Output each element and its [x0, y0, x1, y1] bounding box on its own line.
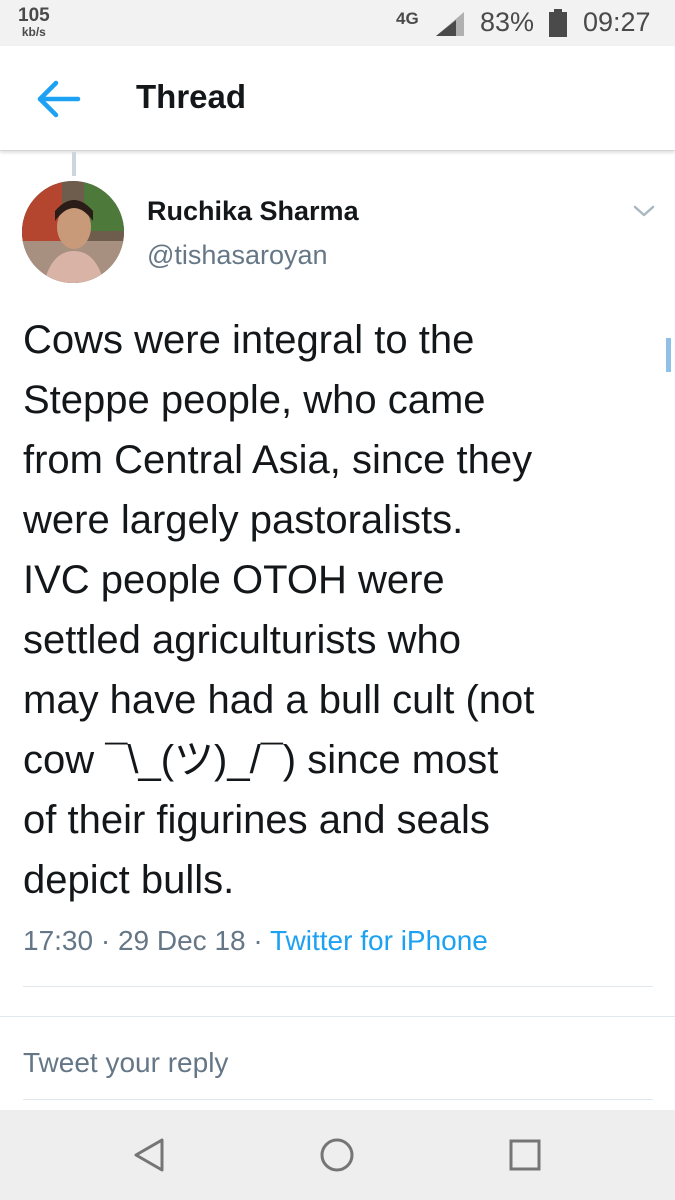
tweet-metadata: 17:30 · 29 Dec 18 · Twitter for iPhone — [23, 925, 488, 956]
network-speed: 105 kb/s — [18, 6, 50, 38]
reply-input[interactable]: Tweet your reply — [23, 1047, 228, 1079]
scrollbar[interactable] — [666, 338, 671, 372]
avatar[interactable] — [22, 181, 124, 283]
network-type: 4G — [396, 9, 419, 28]
tweet-date: 29 Dec 18 — [117, 925, 246, 956]
app-header: Thread — [0, 46, 675, 151]
battery-icon — [549, 9, 567, 37]
author-handle[interactable]: @tishasaroyan — [147, 240, 328, 271]
network-speed-value: 105 — [18, 5, 50, 26]
tweet-time: 17:30 — [23, 925, 94, 956]
system-navigation-bar — [0, 1110, 675, 1200]
divider — [23, 986, 653, 987]
avatar-photo — [22, 181, 124, 283]
clock: 09:27 — [583, 7, 651, 37]
tweet-source-link[interactable]: Twitter for iPhone — [270, 925, 488, 956]
tweet-text: Cows were integral to the Steppe people,… — [23, 318, 535, 902]
home-circle-icon[interactable] — [317, 1135, 357, 1175]
author-name[interactable]: Ruchika Sharma — [147, 196, 359, 227]
signal-icon — [436, 12, 464, 36]
status-bar: 105 kb/s 4G 83% 09:27 — [0, 0, 675, 46]
recent-apps-square-icon[interactable] — [505, 1135, 545, 1175]
back-arrow-icon[interactable] — [28, 74, 88, 124]
chevron-down-icon[interactable] — [630, 200, 658, 222]
reply-bar: Tweet your reply — [0, 1016, 675, 1109]
battery-percentage: 83% — [480, 7, 535, 37]
network-speed-unit: kb/s — [21, 25, 46, 39]
back-triangle-icon[interactable] — [130, 1135, 170, 1175]
divider — [23, 1099, 653, 1100]
page-title: Thread — [136, 78, 247, 115]
thread-connector-line — [72, 152, 76, 176]
